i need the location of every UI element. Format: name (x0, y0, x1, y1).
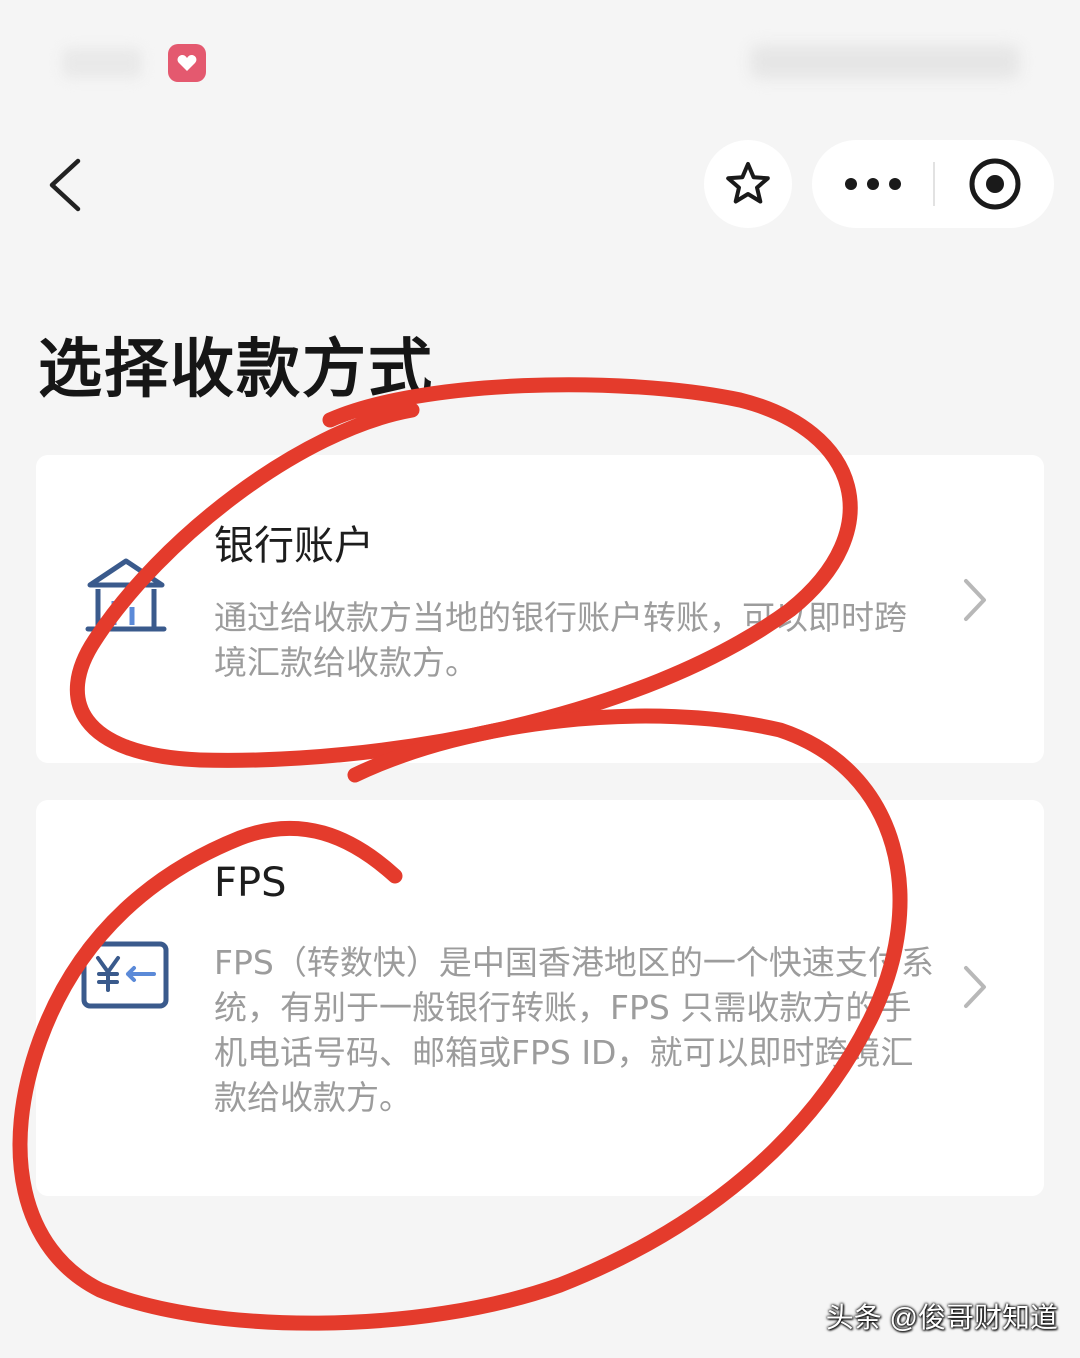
mini-program-capsule (812, 140, 1054, 228)
star-icon (726, 162, 770, 204)
option-bank-account[interactable]: 银行账户 通过给收款方当地的银行账户转账，可以即时跨境汇款给收款方。 (36, 455, 1044, 763)
option-fps[interactable]: FPS FPS（转数快）是中国香港地区的一个快速支付系统，有别于一般银行转账，F… (36, 800, 1044, 1196)
option-description: 通过给收款方当地的银行账户转账，可以即时跨境汇款给收款方。 (214, 598, 907, 682)
favorite-button[interactable] (704, 140, 792, 228)
more-button[interactable] (812, 140, 934, 228)
bank-icon (84, 555, 168, 639)
back-button[interactable] (34, 150, 94, 220)
chevron-left-icon (49, 158, 81, 212)
chevron-right-icon (964, 966, 986, 1008)
chevron-right-icon (964, 579, 986, 621)
option-title: 银行账户 (214, 523, 374, 569)
status-indicators (750, 45, 1020, 79)
status-time (62, 48, 142, 78)
app-notification-icon (168, 44, 206, 82)
target-close-icon (969, 158, 1020, 210)
more-icon (845, 178, 901, 190)
option-description: FPS（转数快）是中国香港地区的一个快速支付系统，有别于一般银行转账，FPS 只… (214, 943, 934, 1117)
fps-icon (80, 940, 170, 1010)
page-title: 选择收款方式 (38, 333, 434, 407)
option-title: FPS (214, 860, 287, 906)
status-bar (0, 0, 1080, 120)
watermark: 头条 @俊哥财知道 (825, 1302, 1058, 1333)
close-button[interactable] (935, 140, 1054, 228)
